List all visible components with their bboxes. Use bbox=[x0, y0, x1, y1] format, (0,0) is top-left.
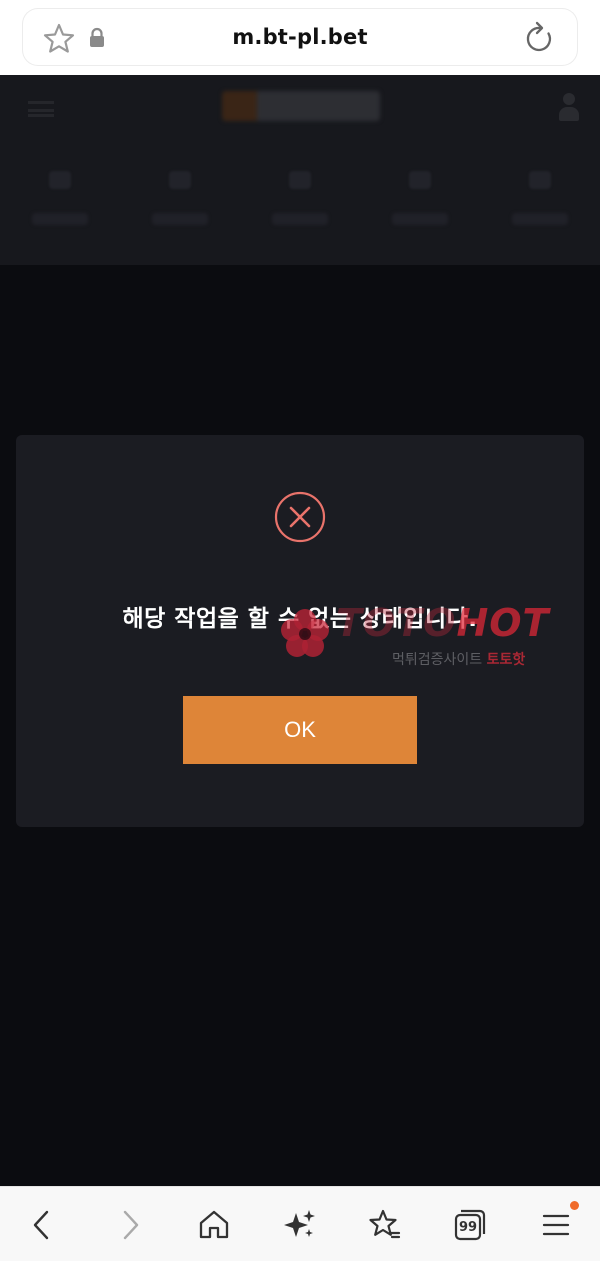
back-icon[interactable] bbox=[24, 1207, 60, 1243]
site-menu-icon bbox=[28, 101, 54, 117]
watermark-logo-part2: HOT bbox=[456, 601, 550, 645]
nav-item bbox=[360, 165, 480, 245]
tabs-icon[interactable]: 99 bbox=[452, 1207, 488, 1243]
watermark-sub-part1: 먹튀검증사이트 bbox=[392, 652, 487, 668]
bookmarks-icon[interactable] bbox=[366, 1207, 402, 1243]
nav-item-icon bbox=[169, 171, 191, 189]
site-nav bbox=[0, 165, 600, 245]
error-x-icon bbox=[274, 491, 326, 543]
watermark-logo: TOTOHOT bbox=[336, 601, 549, 645]
nav-item-label bbox=[392, 213, 448, 225]
sparkle-icon[interactable] bbox=[282, 1207, 318, 1243]
tabs-count: 99 bbox=[458, 1220, 478, 1235]
site-header bbox=[0, 75, 600, 265]
nav-item bbox=[480, 165, 600, 245]
nav-item-label bbox=[32, 213, 88, 225]
nav-item-icon bbox=[409, 171, 431, 189]
watermark: TOTOHOT 먹튀검증사이트 토토핫 bbox=[272, 597, 600, 677]
nav-item-icon bbox=[49, 171, 71, 189]
notification-dot bbox=[570, 1201, 579, 1210]
nav-item bbox=[120, 165, 240, 245]
nav-item bbox=[240, 165, 360, 245]
browser-bottom-bar: 99 bbox=[0, 1186, 600, 1261]
site-logo bbox=[222, 91, 380, 121]
nav-item-label bbox=[512, 213, 568, 225]
watermark-logo-part1: TOTO bbox=[336, 601, 457, 645]
address-bar[interactable]: m.bt-pl.bet bbox=[22, 8, 578, 66]
url-text[interactable]: m.bt-pl.bet bbox=[22, 25, 578, 49]
watermark-subtitle: 먹튀검증사이트 토토핫 bbox=[392, 649, 525, 669]
watermark-sub-part2: 토토핫 bbox=[486, 652, 526, 668]
nav-item-icon bbox=[529, 171, 551, 189]
reload-icon[interactable] bbox=[524, 21, 554, 53]
forward-icon[interactable] bbox=[112, 1207, 148, 1243]
nav-item-label bbox=[152, 213, 208, 225]
menu-icon[interactable] bbox=[538, 1207, 574, 1243]
nav-item bbox=[0, 165, 120, 245]
watermark-flower-icon bbox=[281, 609, 329, 657]
home-icon[interactable] bbox=[196, 1207, 232, 1243]
browser-top-bar: m.bt-pl.bet bbox=[0, 0, 600, 75]
nav-item-icon bbox=[289, 171, 311, 189]
nav-item-label bbox=[272, 213, 328, 225]
ok-button[interactable]: OK bbox=[183, 696, 417, 764]
user-icon bbox=[557, 93, 581, 123]
